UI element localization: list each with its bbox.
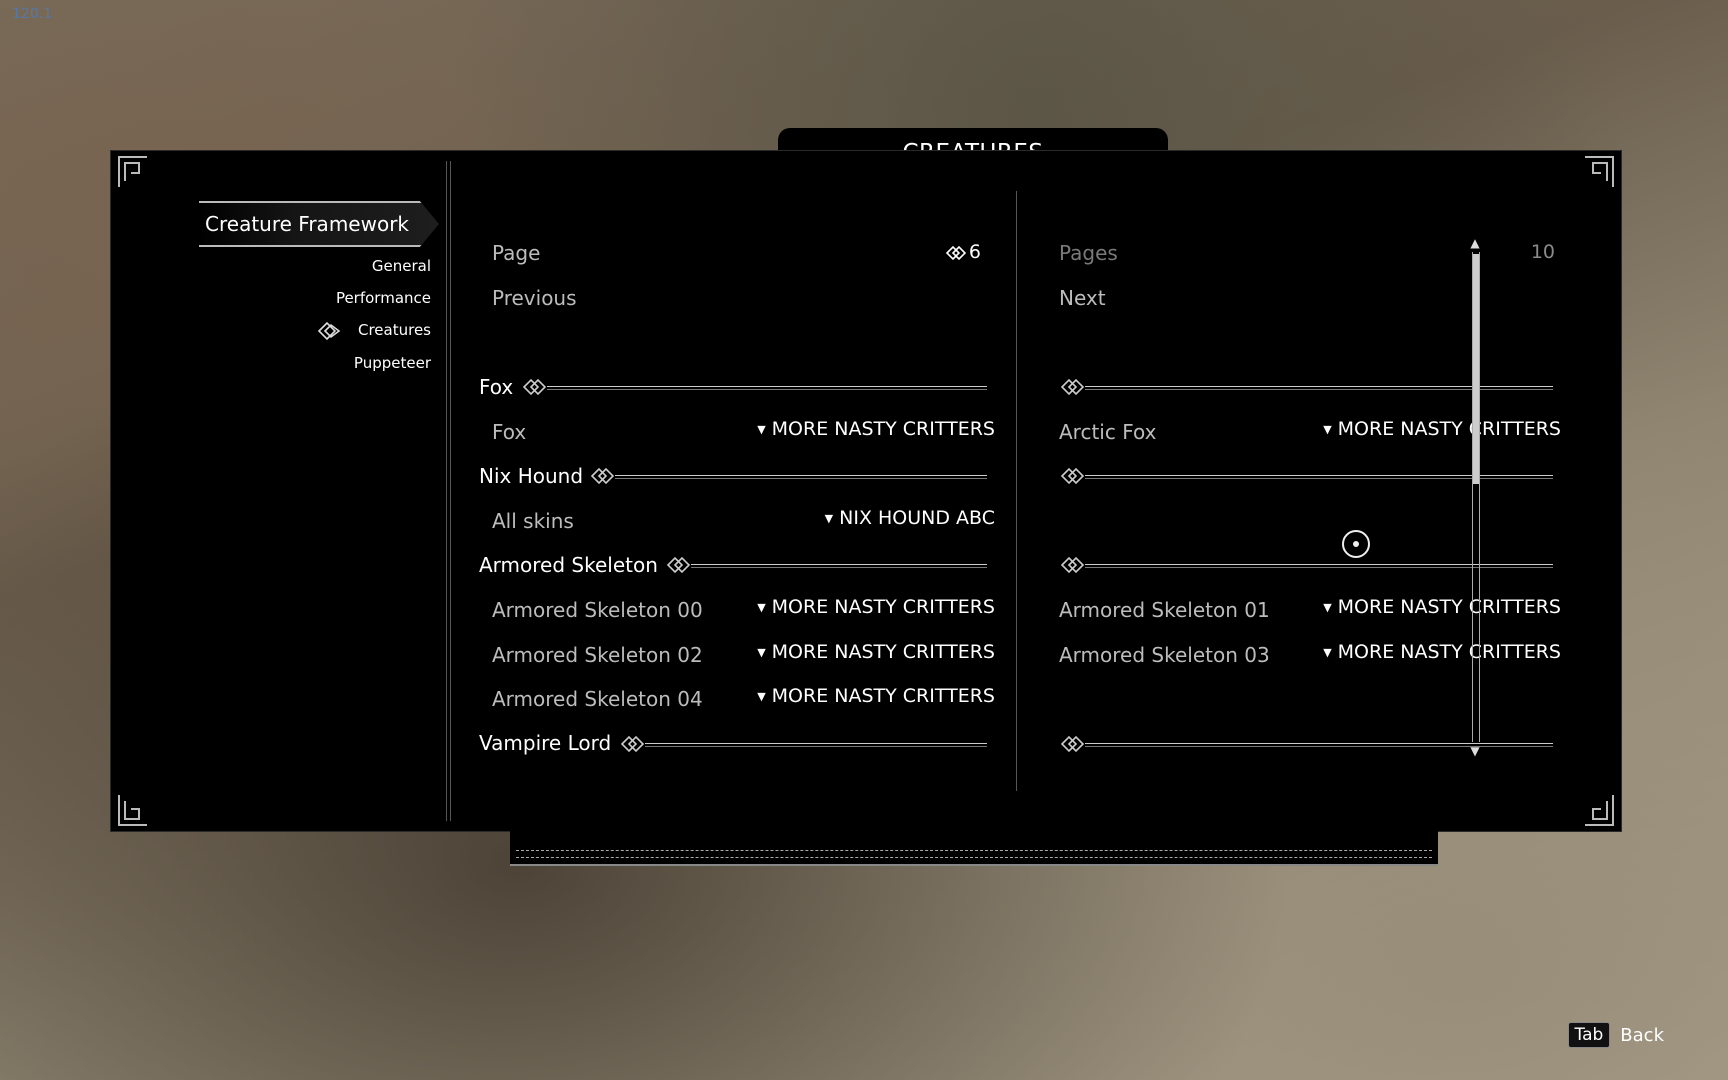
nav-item-general[interactable]: General bbox=[372, 257, 431, 275]
dropdown-value[interactable]: ▼ MORE NASTY CRITTERS bbox=[1323, 418, 1561, 440]
page-label: Page bbox=[492, 241, 541, 265]
scroll-down-icon[interactable]: ▼ bbox=[1468, 744, 1482, 758]
option-label: All skins bbox=[492, 509, 574, 533]
dropdown-value[interactable]: ▼ MORE NASTY CRITTERS bbox=[1323, 596, 1561, 618]
dropdown-arrow-icon: ▼ bbox=[1323, 423, 1332, 436]
braid-ornament bbox=[516, 850, 1432, 858]
option-label: Armored Skeleton 01 bbox=[1059, 598, 1270, 622]
dropdown-arrow-icon: ▼ bbox=[757, 690, 766, 703]
dropdown-value-text: MORE NASTY CRITTERS bbox=[771, 685, 995, 707]
dropdown-value-text: MORE NASTY CRITTERS bbox=[1337, 641, 1561, 663]
back-label: Back bbox=[1620, 1024, 1664, 1046]
header-knot-icon bbox=[1061, 735, 1085, 753]
mouse-cursor-icon bbox=[1342, 530, 1370, 558]
dropdown-value[interactable]: ▼ NIX HOUND ABC bbox=[825, 507, 995, 529]
dropdown-value[interactable]: ▼ MORE NASTY CRITTERS bbox=[757, 685, 995, 707]
header-line bbox=[1085, 475, 1553, 479]
pages-value: 10 bbox=[1530, 241, 1555, 263]
dropdown-value[interactable]: ▼ MORE NASTY CRITTERS bbox=[757, 641, 995, 663]
dropdown-arrow-icon: ▼ bbox=[1323, 646, 1332, 659]
option-label: Armored Skeleton 03 bbox=[1059, 643, 1270, 667]
previous-button[interactable]: Previous bbox=[492, 286, 577, 310]
bottom-ornament bbox=[510, 826, 1438, 866]
tab-key-icon: Tab bbox=[1567, 1022, 1611, 1048]
dropdown-arrow-icon: ▼ bbox=[1323, 601, 1332, 614]
active-mod-tab[interactable]: Creature Framework bbox=[199, 201, 439, 247]
nav-item-performance[interactable]: Performance bbox=[336, 289, 431, 307]
dropdown-arrow-icon: ▼ bbox=[824, 512, 834, 525]
header-knot-icon bbox=[1061, 556, 1085, 574]
fps-counter: 120.1 bbox=[12, 6, 53, 22]
column-divider bbox=[1016, 191, 1017, 791]
dropdown-value-text: MORE NASTY CRITTERS bbox=[771, 596, 995, 618]
header-line bbox=[1085, 743, 1553, 747]
back-hint[interactable]: Tab Back bbox=[1567, 1022, 1664, 1048]
nav-item-creatures[interactable]: Creatures bbox=[358, 321, 431, 339]
selected-knot-icon bbox=[317, 321, 341, 341]
header-knot-icon bbox=[1061, 378, 1085, 396]
dropdown-value-text: MORE NASTY CRITTERS bbox=[771, 418, 995, 440]
section-header-nix-hound: Nix Hound bbox=[479, 464, 584, 488]
nav-item-puppeteer[interactable]: Puppeteer bbox=[354, 354, 431, 372]
dropdown-value-text: NIX HOUND ABC bbox=[839, 507, 995, 529]
dropdown-value[interactable]: ▼ MORE NASTY CRITTERS bbox=[757, 418, 995, 440]
dropdown-value-text: MORE NASTY CRITTERS bbox=[771, 641, 995, 663]
header-knot-icon bbox=[1061, 467, 1085, 485]
option-label: Armored Skeleton 04 bbox=[492, 687, 703, 711]
corner-ornament-icon bbox=[1585, 156, 1614, 187]
header-knot-icon bbox=[667, 556, 691, 574]
mcm-panel: Creature Framework General Performance C… bbox=[110, 150, 1622, 832]
dropdown-arrow-icon: ▼ bbox=[757, 601, 766, 614]
scroll-up-icon[interactable]: ▲ bbox=[1468, 236, 1482, 250]
option-label: Armored Skeleton 02 bbox=[492, 643, 703, 667]
page-value[interactable]: 6 bbox=[969, 241, 981, 263]
section-header-armored-skeleton: Armored Skeleton bbox=[479, 553, 658, 577]
dropdown-value-text: MORE NASTY CRITTERS bbox=[1337, 596, 1561, 618]
pages-label: Pages bbox=[1059, 241, 1118, 265]
nav-divider bbox=[446, 161, 451, 821]
next-button[interactable]: Next bbox=[1059, 286, 1106, 310]
dropdown-value[interactable]: ▼ MORE NASTY CRITTERS bbox=[757, 596, 995, 618]
dropdown-value[interactable]: ▼ MORE NASTY CRITTERS bbox=[1323, 641, 1561, 663]
header-knot-icon bbox=[621, 735, 645, 753]
header-line bbox=[615, 475, 987, 479]
header-knot-icon bbox=[591, 467, 615, 485]
header-line bbox=[547, 386, 987, 390]
mod-nav: Creature Framework General Performance C… bbox=[111, 151, 439, 831]
dropdown-arrow-icon: ▼ bbox=[757, 423, 766, 436]
scrollbar-thumb[interactable] bbox=[1473, 254, 1479, 484]
corner-ornament-icon bbox=[1585, 795, 1614, 826]
section-header-vampire-lord: Vampire Lord bbox=[479, 731, 612, 755]
option-label: Fox bbox=[492, 420, 527, 444]
slider-knot-icon bbox=[946, 245, 967, 261]
header-line bbox=[1085, 386, 1553, 390]
option-label: Armored Skeleton 00 bbox=[492, 598, 703, 622]
header-knot-icon bbox=[523, 378, 547, 396]
dropdown-arrow-icon: ▼ bbox=[757, 646, 766, 659]
header-line bbox=[645, 743, 987, 747]
header-line bbox=[1085, 564, 1553, 568]
active-mod-label: Creature Framework bbox=[205, 212, 409, 236]
dropdown-value-text: MORE NASTY CRITTERS bbox=[1337, 418, 1561, 440]
header-line bbox=[691, 564, 987, 568]
option-label: Arctic Fox bbox=[1059, 420, 1157, 444]
section-header-fox: Fox bbox=[479, 375, 514, 399]
